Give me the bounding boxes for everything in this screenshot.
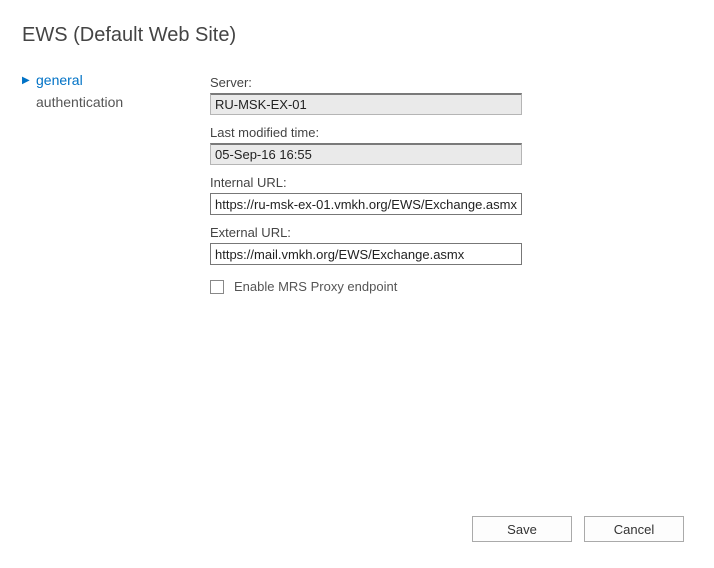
field-server: Server:	[210, 75, 522, 115]
last-modified-label: Last modified time:	[210, 125, 522, 140]
form-panel: Server: Last modified time: Internal URL…	[210, 69, 692, 294]
internal-url-input[interactable]	[210, 193, 522, 215]
external-url-input[interactable]	[210, 243, 522, 265]
field-external-url: External URL:	[210, 225, 522, 265]
last-modified-input	[210, 143, 522, 165]
dialog-footer: Save Cancel	[472, 516, 684, 542]
dialog-root: EWS (Default Web Site) ▶ general ▶ authe…	[0, 0, 714, 568]
cancel-button[interactable]: Cancel	[584, 516, 684, 542]
save-button[interactable]: Save	[472, 516, 572, 542]
sidebar-item-label: general	[36, 72, 83, 88]
page-title: EWS (Default Web Site)	[22, 24, 692, 47]
mrs-proxy-row[interactable]: Enable MRS Proxy endpoint	[210, 279, 692, 294]
internal-url-label: Internal URL:	[210, 175, 522, 190]
external-url-label: External URL:	[210, 225, 522, 240]
field-internal-url: Internal URL:	[210, 175, 522, 215]
server-input	[210, 93, 522, 115]
body: ▶ general ▶ authentication Server: Last …	[22, 69, 692, 294]
sidebar-item-general[interactable]: ▶ general	[22, 69, 182, 91]
sidebar-item-authentication[interactable]: ▶ authentication	[22, 91, 182, 113]
server-label: Server:	[210, 75, 522, 90]
caret-right-icon: ▶	[22, 75, 32, 86]
field-last-modified: Last modified time:	[210, 125, 522, 165]
checkbox-icon[interactable]	[210, 280, 224, 294]
sidebar: ▶ general ▶ authentication	[22, 69, 182, 294]
sidebar-item-label: authentication	[36, 94, 123, 110]
mrs-proxy-label: Enable MRS Proxy endpoint	[234, 279, 397, 294]
